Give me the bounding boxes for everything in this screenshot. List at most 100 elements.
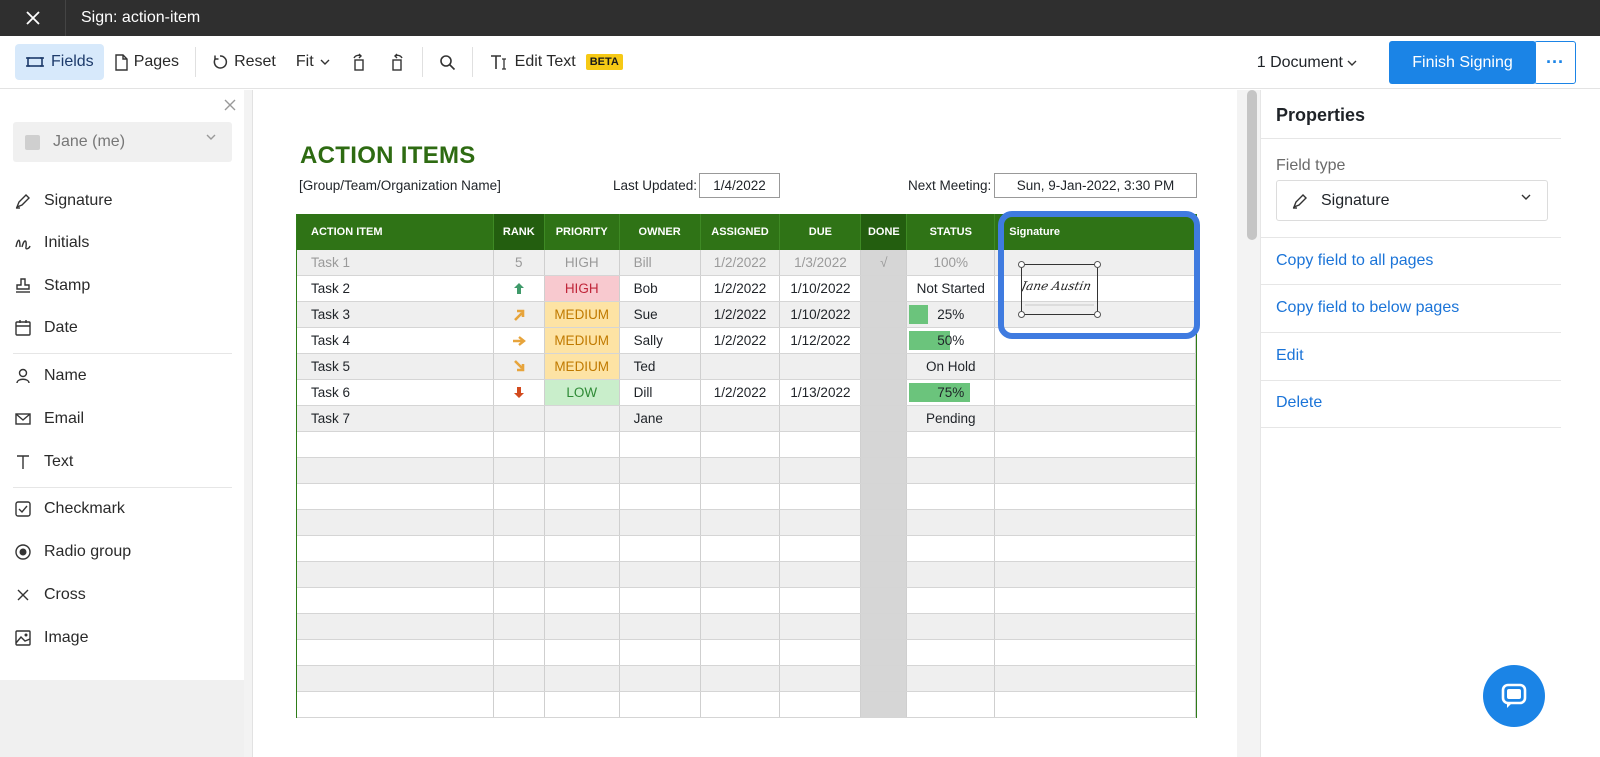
table-row (297, 692, 1197, 718)
pages-label: Pages (133, 53, 180, 70)
field-date[interactable]: Date (14, 319, 78, 337)
cell-assigned: 1/2/2022 (701, 276, 781, 301)
signature-field[interactable]: Jane Austin (1018, 261, 1101, 318)
field-email[interactable]: Email (14, 410, 84, 428)
resize-handle[interactable] (1018, 261, 1025, 268)
header-cell: PRIORITY (545, 214, 620, 250)
field-label: Name (44, 367, 87, 384)
arrow-right-icon (512, 335, 526, 346)
edit-text-button[interactable]: Edit Text BETA (479, 44, 633, 80)
header-cell: DUE (780, 214, 862, 250)
text-icon (17, 455, 29, 469)
panel-divider (13, 353, 232, 354)
field-stamp[interactable]: Stamp (14, 277, 90, 295)
copy-below-pages-link[interactable]: Copy field to below pages (1276, 299, 1459, 317)
ellipsis-icon: ··· (1546, 52, 1564, 72)
finish-signing-button[interactable]: Finish Signing (1389, 41, 1536, 84)
field-label: Initials (44, 234, 90, 251)
delete-link[interactable]: Delete (1276, 394, 1322, 412)
fields-tab[interactable]: Fields (15, 44, 104, 80)
window-title: Sign: action-item (81, 9, 201, 26)
properties-panel: Properties Field type Signature Copy fie… (1260, 90, 1600, 757)
radio-icon (15, 544, 31, 560)
rotate-right-icon (391, 53, 403, 71)
resize-handle[interactable] (1018, 311, 1025, 318)
cell-due (780, 406, 862, 431)
field-image[interactable]: Image (14, 629, 88, 647)
close-panel-button[interactable] (224, 98, 236, 116)
field-text[interactable]: Text (14, 453, 73, 471)
cell-assigned: 1/2/2022 (701, 328, 781, 353)
field-cross[interactable]: Cross (14, 586, 86, 604)
field-name[interactable]: Name (14, 367, 87, 385)
cell-done (861, 354, 908, 379)
header-cell: RANK (493, 214, 545, 250)
header-cell: STATUS (907, 214, 996, 250)
field-radio-group[interactable]: Radio group (14, 543, 131, 561)
rotate-left-icon (353, 53, 364, 71)
fit-dropdown[interactable]: Fit (286, 44, 340, 80)
table-row (297, 640, 1197, 666)
rotate-right-button[interactable] (378, 44, 416, 80)
toolbar-divider (471, 47, 473, 77)
search-button[interactable] (429, 44, 466, 80)
table-row: Task 7 Jane Pending (297, 406, 1197, 432)
panel-divider (1261, 138, 1561, 139)
initials-icon (15, 239, 31, 250)
table-row (297, 484, 1197, 510)
field-initials[interactable]: Initials (14, 234, 89, 252)
cell-item: Task 2 (297, 276, 494, 301)
field-label: Signature (44, 192, 113, 209)
last-updated-value: 1/4/2022 (699, 173, 780, 198)
rotate-left-button[interactable] (340, 44, 378, 80)
signer-name: Jane (me) (53, 133, 126, 150)
field-checkmark[interactable]: Checkmark (14, 500, 125, 518)
table-row: Task 6 LOW Dill 1/2/2022 1/13/2022 75% (297, 380, 1197, 406)
panel-divider (1261, 237, 1561, 238)
more-options-button[interactable]: ··· (1534, 41, 1576, 84)
document-dropdown[interactable]: 1 Document (1257, 54, 1357, 72)
signer-select[interactable]: Jane (me) (13, 122, 232, 162)
chat-button[interactable] (1483, 665, 1545, 727)
cell-owner: Dill (620, 380, 701, 405)
arrow-down-icon (513, 387, 524, 398)
document-page[interactable]: ACTION ITEMS [Group/Team/Organization Na… (252, 90, 1237, 757)
resize-handle[interactable] (1094, 311, 1101, 318)
document-viewer[interactable]: ACTION ITEMS [Group/Team/Organization Na… (244, 90, 1260, 757)
arrow-up-icon (513, 283, 524, 294)
progress-label: 50% (937, 333, 965, 348)
arrow-up-right-icon (514, 309, 525, 321)
cell-due: 1/13/2022 (780, 380, 862, 405)
resize-handle[interactable] (1094, 261, 1101, 268)
field-type-select[interactable]: Signature (1276, 180, 1548, 221)
cell-assigned (701, 406, 781, 431)
table-row (297, 666, 1197, 692)
close-button[interactable] (0, 0, 66, 36)
pages-tab[interactable]: Pages (104, 44, 189, 80)
fields-icon (26, 57, 44, 67)
panel-divider (1261, 284, 1561, 285)
reset-button[interactable]: Reset (202, 44, 286, 80)
field-signature[interactable]: Signature (14, 192, 113, 210)
cell-status: 50% (907, 328, 996, 353)
header-cell: ACTION ITEM (297, 214, 494, 250)
cell-due: 1/12/2022 (780, 328, 862, 353)
edit-link[interactable]: Edit (1276, 347, 1304, 365)
chevron-down-icon (1521, 194, 1531, 200)
chevron-down-icon (206, 134, 216, 140)
cell-rank (494, 328, 545, 353)
copy-all-pages-link[interactable]: Copy field to all pages (1276, 252, 1433, 270)
cell-owner: Ted (620, 354, 701, 379)
cell-due: 1/3/2022 (780, 250, 862, 275)
checkbox-icon (15, 501, 31, 517)
properties-title: Properties (1276, 105, 1366, 125)
cell-rank (494, 380, 545, 405)
panel-divider (1261, 380, 1561, 381)
table-row (297, 432, 1197, 458)
cell-priority: MEDIUM (544, 302, 620, 327)
scrollbar-thumb[interactable] (1247, 90, 1257, 240)
fit-label: Fit (295, 53, 314, 70)
search-icon (439, 54, 455, 70)
field-label: Email (44, 410, 85, 427)
cell-signature (995, 406, 1197, 431)
